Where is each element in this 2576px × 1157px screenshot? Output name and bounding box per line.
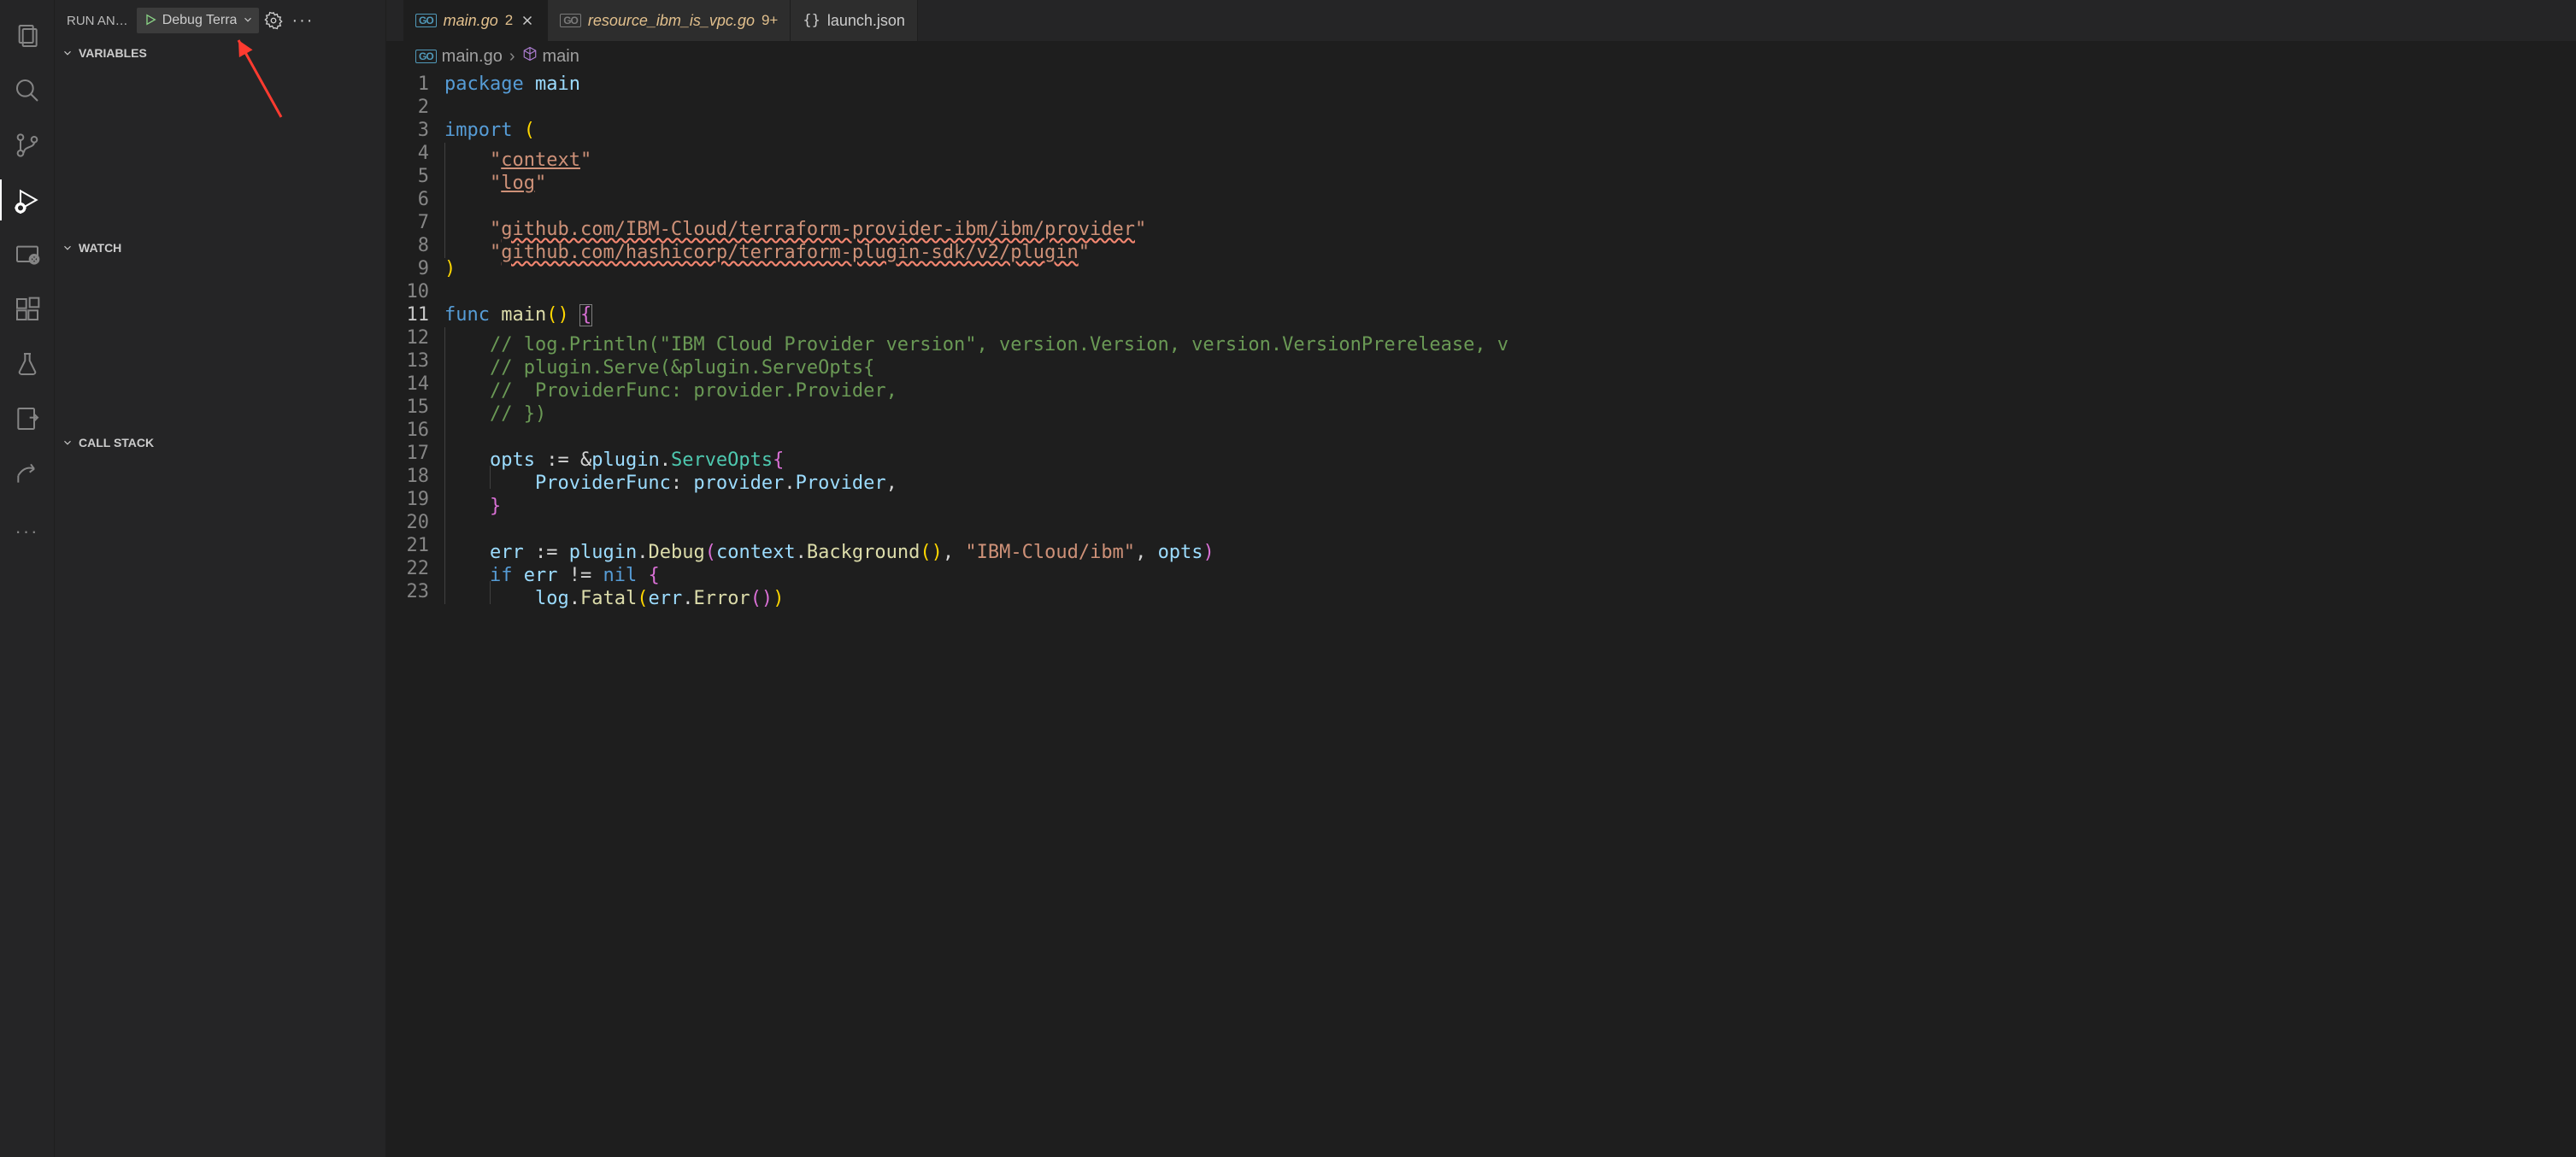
activity-remote[interactable] bbox=[0, 227, 55, 282]
flask-icon bbox=[14, 350, 41, 378]
editor-area: GO main.go 2 GO resource_ibm_is_vpc.go 9… bbox=[386, 0, 2576, 1157]
section-label: WATCH bbox=[79, 241, 121, 255]
play-icon bbox=[144, 13, 157, 29]
gear-icon bbox=[264, 11, 283, 30]
breadcrumb[interactable]: GO main.go › main bbox=[386, 41, 2576, 72]
tab-spacer bbox=[386, 0, 403, 41]
configure-button[interactable] bbox=[264, 11, 283, 30]
go-file-icon: GO bbox=[415, 50, 437, 63]
activity-references[interactable] bbox=[0, 391, 55, 446]
tab-close-button[interactable] bbox=[520, 13, 535, 28]
debug-sidebar: RUN AN… Debug Terra ··· VARIABLES WATCH … bbox=[55, 0, 386, 1157]
chevron-down-icon bbox=[62, 437, 74, 449]
activity-search[interactable] bbox=[0, 63, 55, 118]
branch-icon bbox=[14, 132, 41, 159]
variables-body bbox=[55, 65, 385, 236]
breadcrumb-symbol[interactable]: main bbox=[522, 46, 579, 67]
config-name: Debug Terra bbox=[162, 13, 238, 28]
extensions-icon bbox=[14, 296, 41, 323]
chevron-down-icon bbox=[62, 242, 74, 254]
go-file-icon: GO bbox=[560, 14, 581, 27]
tab-problems-count: 9+ bbox=[762, 12, 778, 29]
breadcrumb-file[interactable]: GO main.go bbox=[415, 47, 503, 67]
tab-resource-vpc[interactable]: GO resource_ibm_is_vpc.go 9+ bbox=[548, 0, 791, 41]
breadcrumb-file-label: main.go bbox=[442, 47, 503, 67]
section-callstack-header[interactable]: CALL STACK bbox=[55, 431, 385, 455]
section-label: CALL STACK bbox=[79, 436, 154, 449]
panel-title: RUN AN… bbox=[63, 14, 132, 28]
watch-body bbox=[55, 260, 385, 431]
close-icon bbox=[520, 13, 535, 28]
share-icon bbox=[14, 460, 41, 487]
section-variables-header[interactable]: VARIABLES bbox=[55, 41, 385, 65]
tab-label: main.go bbox=[444, 12, 498, 30]
module-icon bbox=[522, 46, 538, 67]
chevron-down-icon bbox=[62, 47, 74, 59]
activity-more[interactable]: ··· bbox=[0, 504, 55, 559]
debug-config-selector[interactable]: Debug Terra bbox=[137, 8, 260, 33]
activity-run-debug[interactable] bbox=[0, 173, 55, 227]
tab-label: launch.json bbox=[827, 12, 905, 30]
ellipsis-icon: ··· bbox=[15, 520, 39, 543]
activity-extensions[interactable] bbox=[0, 282, 55, 337]
tab-main-go[interactable]: GO main.go 2 bbox=[403, 0, 548, 41]
json-file-icon: {} bbox=[803, 12, 820, 29]
code-content[interactable]: package mainimport ( "context" "log" "gi… bbox=[444, 73, 2576, 1157]
chevron-right-icon: › bbox=[509, 47, 515, 67]
search-icon bbox=[14, 77, 41, 104]
more-actions-button[interactable]: ··· bbox=[288, 11, 317, 31]
activity-bar: ··· bbox=[0, 0, 55, 1157]
remote-icon bbox=[14, 241, 41, 268]
tabs: GO main.go 2 GO resource_ibm_is_vpc.go 9… bbox=[386, 0, 2576, 41]
line-gutter: 1234567891011121314151617181920212223 bbox=[386, 73, 444, 1157]
section-watch-header[interactable]: WATCH bbox=[55, 236, 385, 260]
chevron-down-icon bbox=[242, 14, 254, 28]
files-icon bbox=[14, 22, 41, 50]
section-label: VARIABLES bbox=[79, 46, 147, 60]
run-debug-icon bbox=[14, 186, 41, 214]
debug-header: RUN AN… Debug Terra ··· bbox=[55, 0, 385, 41]
activity-share[interactable] bbox=[0, 446, 55, 501]
tab-launch-json[interactable]: {} launch.json bbox=[791, 0, 918, 41]
tab-label: resource_ibm_is_vpc.go bbox=[588, 12, 755, 30]
activity-scm[interactable] bbox=[0, 118, 55, 173]
go-file-icon: GO bbox=[415, 14, 437, 27]
activity-testing[interactable] bbox=[0, 337, 55, 391]
activity-explorer[interactable] bbox=[0, 9, 55, 63]
references-icon bbox=[14, 405, 41, 432]
code-editor[interactable]: 1234567891011121314151617181920212223 pa… bbox=[386, 72, 2576, 1157]
tab-problems-count: 2 bbox=[505, 12, 513, 29]
ellipsis-icon: ··· bbox=[291, 11, 314, 31]
breadcrumb-symbol-label: main bbox=[543, 47, 579, 67]
